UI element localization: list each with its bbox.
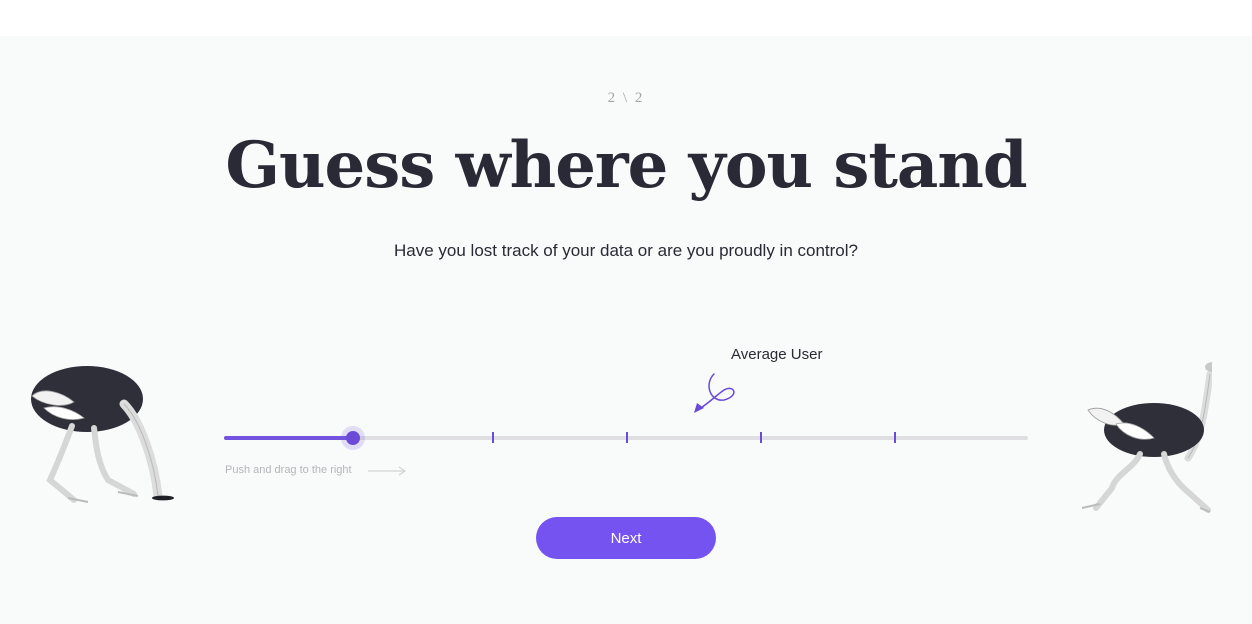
next-button[interactable]: Next <box>536 517 716 559</box>
slider-thumb[interactable] <box>341 426 365 450</box>
slider-thumb-core <box>346 431 360 445</box>
step-indicator: 2 \ 2 <box>607 90 645 106</box>
ostrich-head-in-sand-icon <box>31 366 174 503</box>
right-arrow-icon <box>368 466 407 476</box>
slider-fill <box>224 436 353 440</box>
slider-tick <box>492 432 494 443</box>
curved-arrow-icon <box>694 373 735 413</box>
question-text: Have you lost track of your data or are … <box>394 241 858 260</box>
page-title: Guess where you stand <box>225 128 1027 203</box>
drag-hint: Push and drag to the right <box>225 464 352 476</box>
slider-tick <box>894 432 896 443</box>
slider-tick <box>626 432 628 443</box>
slider-tick <box>760 432 762 443</box>
data-control-slider[interactable] <box>224 426 1028 450</box>
ostrich-running-icon <box>1081 362 1212 513</box>
average-user-label: Average User <box>731 346 823 363</box>
